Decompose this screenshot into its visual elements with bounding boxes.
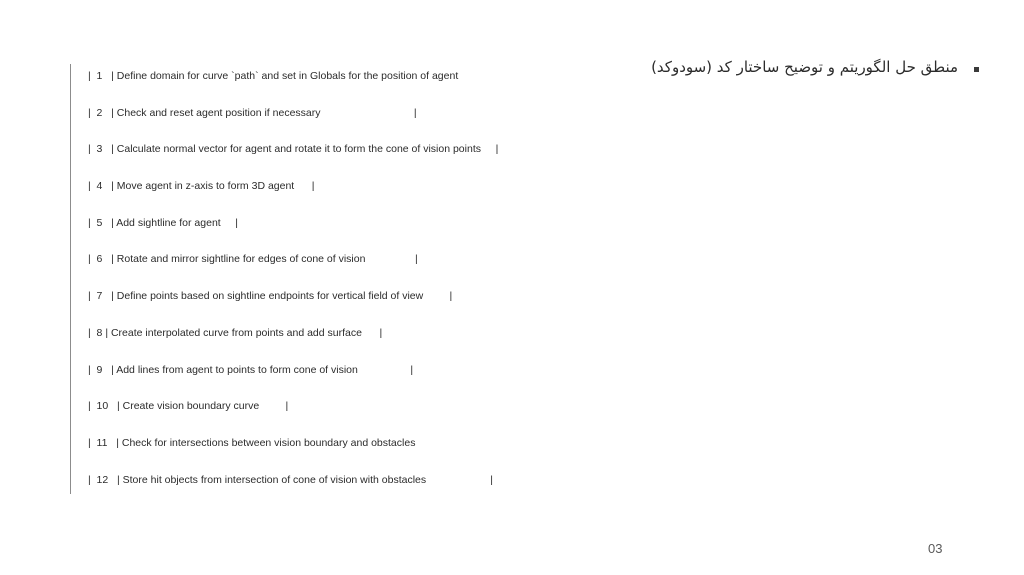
step-row: | 5 | Add sightline for agent | <box>88 216 239 229</box>
pseudocode-steps: | 1 | Define domain for curve `path` and… <box>88 69 498 509</box>
step-row: | 12 | Store hit objects from intersecti… <box>88 473 494 486</box>
step-row: | 6 | Rotate and mirror sightline for ed… <box>88 253 418 266</box>
step-row: | 8 | Create interpolated curve from poi… <box>88 326 383 339</box>
step-row: | 1 | Define domain for curve `path` and… <box>88 70 459 82</box>
step-row: | 4 | Move agent in z-axis to form 3D ag… <box>88 180 315 193</box>
page-number: 03 <box>928 541 943 556</box>
step-row: | 10 | Create vision boundary curve | <box>88 400 289 413</box>
step-row: | 9 | Add lines from agent to points to … <box>88 363 414 376</box>
left-divider-line <box>70 64 71 494</box>
step-row: | 2 | Check and reset agent position if … <box>88 106 417 119</box>
step-row: | 11 | Check for intersections between v… <box>88 436 416 449</box>
square-bullet-icon <box>974 67 979 72</box>
step-row: | 3 | Calculate normal vector for agent … <box>88 143 499 156</box>
slide-heading: منطق حل الگوریتم و توضیح ساختار کد (سودو… <box>651 58 958 76</box>
slide: | 1 | Define domain for curve `path` and… <box>0 0 1024 575</box>
step-row: | 7 | Define points based on sightline e… <box>88 290 453 303</box>
